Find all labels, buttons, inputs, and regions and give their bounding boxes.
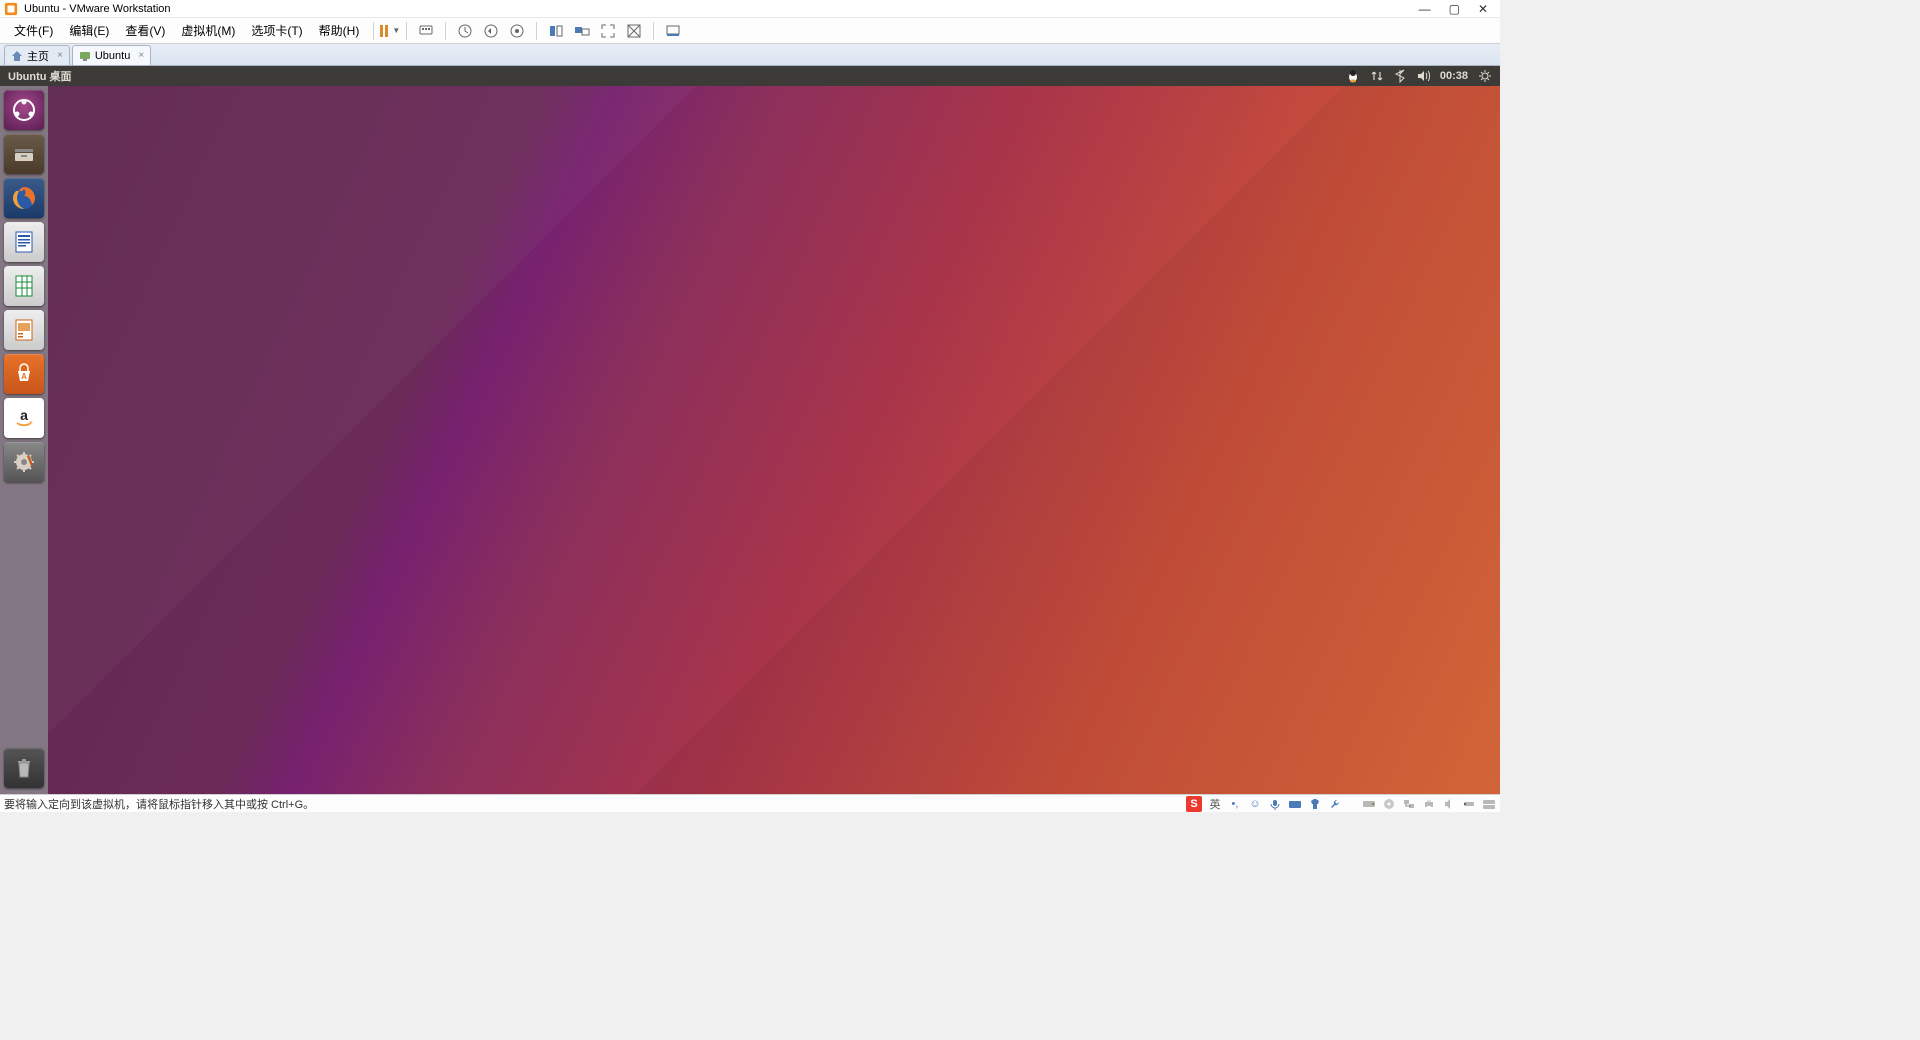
maximize-button[interactable]: ▢ [1449,2,1460,16]
launcher-impress[interactable] [4,310,44,350]
device-network-icon[interactable] [1402,797,1416,811]
clock-indicator[interactable]: 00:38 [1440,70,1468,82]
tab-label: Ubuntu [95,50,130,62]
launcher-calc[interactable] [4,266,44,306]
launcher-writer[interactable] [4,222,44,262]
launcher-amazon[interactable]: a [4,398,44,438]
home-icon [11,50,23,62]
launcher-trash[interactable] [4,748,44,788]
menu-view[interactable]: 查看(V) [117,20,173,41]
network-indicator-icon[interactable] [1370,69,1384,83]
menu-edit[interactable]: 编辑(E) [61,20,117,41]
tab-ubuntu[interactable]: Ubuntu × [72,45,151,65]
toolbar-separator [445,22,446,40]
ime-skin-icon[interactable] [1308,797,1322,811]
windows-titlebar: Ubuntu - VMware Workstation — ▢ ✕ [0,0,1500,18]
launcher-settings[interactable] [4,442,44,482]
svg-text:a: a [20,407,28,423]
pause-icon [380,25,388,37]
device-cd-icon[interactable] [1382,797,1396,811]
vm-icon [79,50,91,62]
toolbar-separator [536,22,537,40]
ime-tool-icon[interactable] [1328,797,1342,811]
status-message: 要将输入定向到该虚拟机，请将鼠标指针移入其中或按 Ctrl+G。 [4,796,314,812]
ubuntu-panel-title: Ubuntu 桌面 [0,68,72,84]
snapshot-revert-icon[interactable] [482,22,500,40]
ime-emoji-icon[interactable]: ☺ [1248,797,1262,811]
device-usb-icon[interactable] [1462,797,1476,811]
toolbar-separator [653,22,654,40]
snapshot-manager-icon[interactable] [508,22,526,40]
ime-lang-label[interactable]: 英 [1208,797,1222,811]
window-controls: — ▢ ✕ [1419,2,1496,16]
fullscreen-icon[interactable] [599,22,617,40]
tab-home[interactable]: 主页 × [4,45,70,65]
minimize-button[interactable]: — [1419,2,1431,16]
tab-label: 主页 [27,48,49,64]
snapshot-take-icon[interactable] [456,22,474,40]
window-title: Ubuntu - VMware Workstation [24,3,1419,15]
close-icon[interactable]: × [57,50,63,61]
menu-help[interactable]: 帮助(H) [311,20,368,41]
toolbar-separator [406,22,407,40]
ime-voice-icon[interactable] [1268,797,1282,811]
launcher-dash[interactable] [4,90,44,130]
close-button[interactable]: ✕ [1478,2,1488,16]
unity-mode-icon[interactable] [625,22,643,40]
menu-vm[interactable]: 虚拟机(M) [173,20,243,41]
device-display-icon[interactable] [1482,797,1496,811]
vmware-menubar: 文件(F) 编辑(E) 查看(V) 虚拟机(M) 选项卡(T) 帮助(H) ▼ [0,18,1500,44]
send-ctrl-alt-del-icon[interactable] [417,22,435,40]
launcher-firefox[interactable] [4,178,44,218]
ime-punct-icon[interactable]: •, [1228,797,1242,811]
device-hdd-icon[interactable] [1362,797,1376,811]
pause-vm-button[interactable]: ▼ [380,25,400,37]
session-gear-icon[interactable] [1478,69,1492,83]
vmware-statusbar: 要将输入定向到该虚拟机，请将鼠标指针移入其中或按 Ctrl+G。 S 英 •, … [0,794,1500,812]
thumbnail-bar-icon[interactable] [664,22,682,40]
toolbar-separator [373,22,374,40]
chevron-down-icon[interactable]: ▼ [392,26,400,35]
close-icon[interactable]: × [138,50,144,61]
show-console-icon[interactable] [547,22,565,40]
ubuntu-top-panel: Ubuntu 桌面 00:38 [0,66,1500,86]
unity-launcher: A a [0,86,48,794]
svg-text:A: A [21,372,27,381]
sound-indicator-icon[interactable] [1416,69,1430,83]
ime-softkbd-icon[interactable] [1288,797,1302,811]
device-sound-icon[interactable] [1442,797,1456,811]
tux-indicator-icon[interactable] [1346,69,1360,83]
bluetooth-indicator-icon[interactable] [1394,69,1406,83]
launcher-software[interactable]: A [4,354,44,394]
vmware-tab-bar: 主页 × Ubuntu × [0,44,1500,66]
show-multi-monitor-icon[interactable] [573,22,591,40]
menu-file[interactable]: 文件(F) [6,20,61,41]
menu-tabs[interactable]: 选项卡(T) [243,20,310,41]
sogou-ime-badge[interactable]: S [1186,796,1202,812]
launcher-files[interactable] [4,134,44,174]
ubuntu-desktop: A a [0,86,1500,794]
vmware-app-icon [4,2,18,16]
device-printer-icon[interactable] [1422,797,1436,811]
ubuntu-wallpaper[interactable] [48,86,1500,794]
